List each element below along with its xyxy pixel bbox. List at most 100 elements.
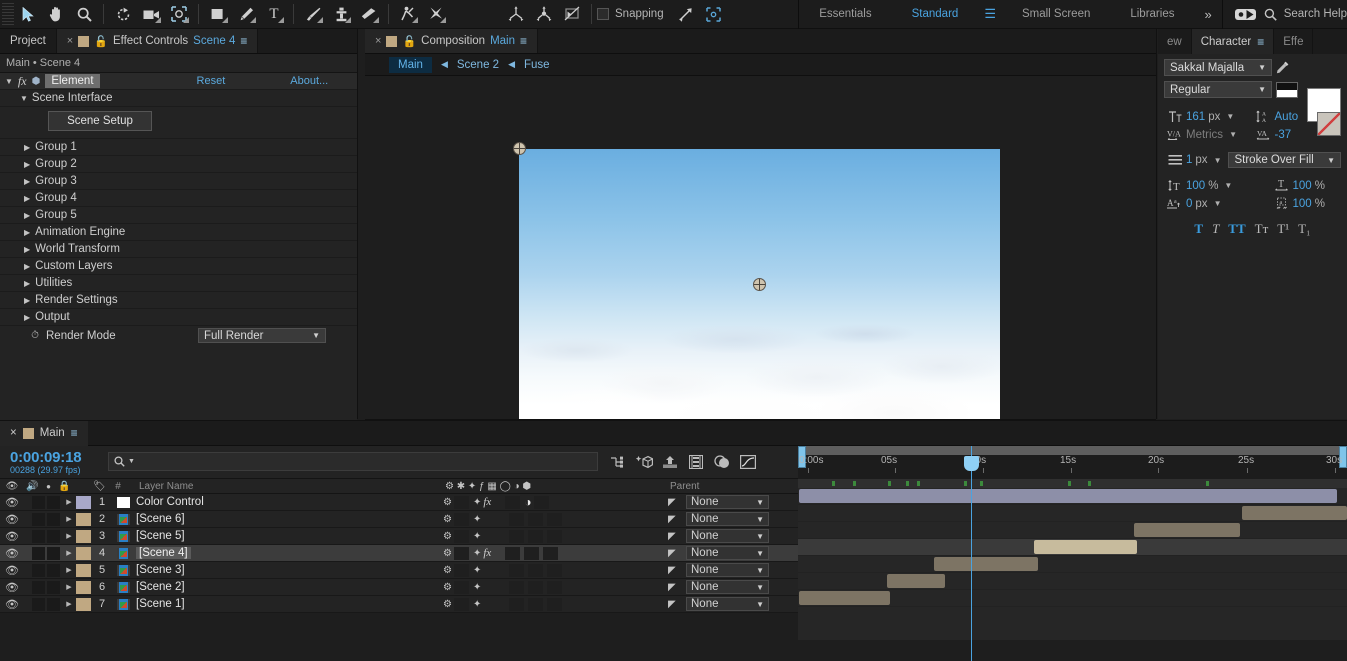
- chevron-down-icon[interactable]: ▼: [1229, 130, 1237, 139]
- motion-blur-cell[interactable]: [505, 546, 521, 560]
- solo-toggle-cell[interactable]: [47, 580, 60, 594]
- fx-badge-icon[interactable]: fx: [483, 496, 491, 508]
- video-toggle-icon[interactable]: 👁: [0, 547, 24, 560]
- shy-icon[interactable]: ⚙: [443, 582, 452, 593]
- collapse-cell[interactable]: [453, 512, 469, 526]
- selection-tool-icon[interactable]: [14, 1, 42, 27]
- quality-icon[interactable]: ✦: [473, 599, 481, 610]
- layer-name[interactable]: [Scene 2]: [136, 581, 185, 593]
- parent-dropdown[interactable]: None ▼: [686, 546, 769, 560]
- camera-tool-icon[interactable]: [137, 1, 165, 27]
- quality-icon[interactable]: ✦: [473, 514, 481, 525]
- adjustment-cell[interactable]: [528, 563, 544, 577]
- 3d-layer-cell[interactable]: [547, 529, 563, 543]
- group-row-output[interactable]: ▶ Output: [0, 309, 357, 326]
- disclosure-triangle-icon[interactable]: ▶: [62, 600, 76, 608]
- tab-effects-presets[interactable]: Effe: [1274, 29, 1314, 54]
- layer-bars-area[interactable]: [798, 488, 1347, 607]
- scene-interface-section[interactable]: ▼ Scene Interface: [0, 90, 357, 107]
- graph-editor-icon[interactable]: [683, 450, 709, 474]
- disclosure-triangle-icon[interactable]: ▼: [5, 77, 13, 86]
- solo-toggle-cell[interactable]: [47, 597, 60, 611]
- layer-label-color[interactable]: [76, 512, 91, 526]
- layer-name[interactable]: [Scene 6]: [136, 513, 185, 525]
- small-caps-button[interactable]: Tᴛ: [1255, 221, 1269, 237]
- anchor-point-handle-center[interactable]: [753, 278, 766, 291]
- video-toggle-icon[interactable]: 👁: [0, 598, 24, 611]
- panel-menu-icon[interactable]: ≡: [1257, 35, 1264, 49]
- group-row-animation-engine[interactable]: ▶ Animation Engine: [0, 224, 357, 241]
- workspace-menu-icon[interactable]: ☰: [978, 6, 1002, 22]
- shy-icon[interactable]: ⚙: [443, 565, 452, 576]
- layer-duration-bar[interactable]: [799, 591, 890, 605]
- parent-dropdown[interactable]: None ▼: [686, 495, 769, 509]
- snapping-checkbox[interactable]: [597, 8, 609, 20]
- subscript-button[interactable]: T₁: [1298, 221, 1310, 237]
- collapse-cell[interactable]: [453, 597, 469, 611]
- parent-pickwhip-icon[interactable]: ◤: [668, 565, 676, 576]
- adjustment-cell[interactable]: [528, 529, 544, 543]
- chevron-down-icon[interactable]: ▼: [1214, 199, 1222, 208]
- audio-toggle-cell[interactable]: [32, 546, 45, 560]
- anchor-point-handle-corner[interactable]: [513, 142, 526, 155]
- video-toggle-icon[interactable]: 👁: [0, 581, 24, 594]
- scene-setup-button[interactable]: Scene Setup: [48, 111, 152, 131]
- stroke-mode-dropdown[interactable]: Stroke Over Fill ▼: [1228, 152, 1341, 168]
- disclosure-triangle-icon[interactable]: ▶: [62, 498, 76, 506]
- collapse-cell[interactable]: [453, 546, 469, 560]
- parent-pickwhip-icon[interactable]: ◤: [668, 582, 676, 593]
- lock-icon[interactable]: 🔓: [402, 35, 416, 48]
- disclosure-triangle-icon[interactable]: ▶: [62, 549, 76, 557]
- quality-icon[interactable]: ✦: [473, 565, 481, 576]
- tab-project[interactable]: Project: [0, 29, 57, 53]
- workspace-standard[interactable]: Standard: [892, 0, 979, 29]
- group-row-4[interactable]: ▶ Group 4: [0, 190, 357, 207]
- clone-stamp-tool-icon[interactable]: [327, 1, 355, 27]
- motion-blur-cell[interactable]: [509, 512, 525, 526]
- disclosure-triangle-icon[interactable]: ▶: [62, 583, 76, 591]
- fx-badge-icon[interactable]: fx: [483, 547, 491, 559]
- adjustment-cell[interactable]: [528, 580, 544, 594]
- breadcrumb-item-fuse[interactable]: Fuse: [524, 59, 550, 71]
- shy-icon[interactable]: ⚙: [443, 497, 452, 508]
- audio-toggle-cell[interactable]: [32, 512, 45, 526]
- stopwatch-icon[interactable]: ⏱: [28, 330, 42, 341]
- layer-label-color[interactable]: [76, 546, 91, 560]
- solo-toggle-cell[interactable]: [47, 546, 60, 560]
- layer-name[interactable]: [Scene 5]: [136, 530, 185, 542]
- close-icon[interactable]: ×: [67, 35, 73, 47]
- superscript-button[interactable]: T¹: [1277, 221, 1289, 237]
- snap-target-icon[interactable]: [700, 1, 728, 27]
- horizontal-scale-field[interactable]: T 100 %: [1253, 179, 1342, 192]
- enable-frame-blending-icon[interactable]: [631, 450, 657, 474]
- tab-effect-controls[interactable]: × 🔓 Effect Controls Scene 4 ≡: [56, 29, 259, 53]
- 3d-layer-cell[interactable]: [547, 512, 563, 526]
- workspace-overflow-icon[interactable]: »: [1194, 7, 1221, 22]
- layer-duration-bar[interactable]: [887, 574, 945, 588]
- adjustment-cell[interactable]: [524, 546, 540, 560]
- 3d-layer-cell[interactable]: [547, 597, 563, 611]
- solo-toggle-cell[interactable]: [47, 512, 60, 526]
- disclosure-triangle-icon[interactable]: ▶: [62, 532, 76, 540]
- layer-label-color[interactable]: [76, 529, 91, 543]
- playhead-line[interactable]: [971, 446, 972, 661]
- lock-icon[interactable]: 🔓: [94, 35, 108, 48]
- world-axis-mode-icon[interactable]: [530, 1, 558, 27]
- video-toggle-icon[interactable]: 👁: [0, 496, 24, 509]
- video-toggle-icon[interactable]: 👁: [0, 564, 24, 577]
- layer-duration-bar[interactable]: [1034, 540, 1137, 554]
- disclosure-triangle-icon[interactable]: ▶: [24, 313, 30, 322]
- zoom-tool-icon[interactable]: [70, 1, 98, 27]
- rotation-tool-icon[interactable]: [109, 1, 137, 27]
- quality-icon[interactable]: ✦: [473, 497, 481, 508]
- workspace-libraries[interactable]: Libraries: [1110, 0, 1194, 29]
- pan-behind-tool-icon[interactable]: [165, 1, 193, 27]
- parent-pickwhip-icon[interactable]: ◤: [668, 497, 676, 508]
- audio-toggle-cell[interactable]: [32, 597, 45, 611]
- quality-icon[interactable]: ✦: [473, 548, 481, 559]
- disclosure-triangle-icon[interactable]: ▶: [24, 279, 30, 288]
- eyedropper-icon[interactable]: [1272, 61, 1292, 74]
- close-icon[interactable]: ×: [375, 35, 381, 47]
- group-row-render-settings[interactable]: ▶ Render Settings: [0, 292, 357, 309]
- quality-icon[interactable]: ✦: [473, 531, 481, 542]
